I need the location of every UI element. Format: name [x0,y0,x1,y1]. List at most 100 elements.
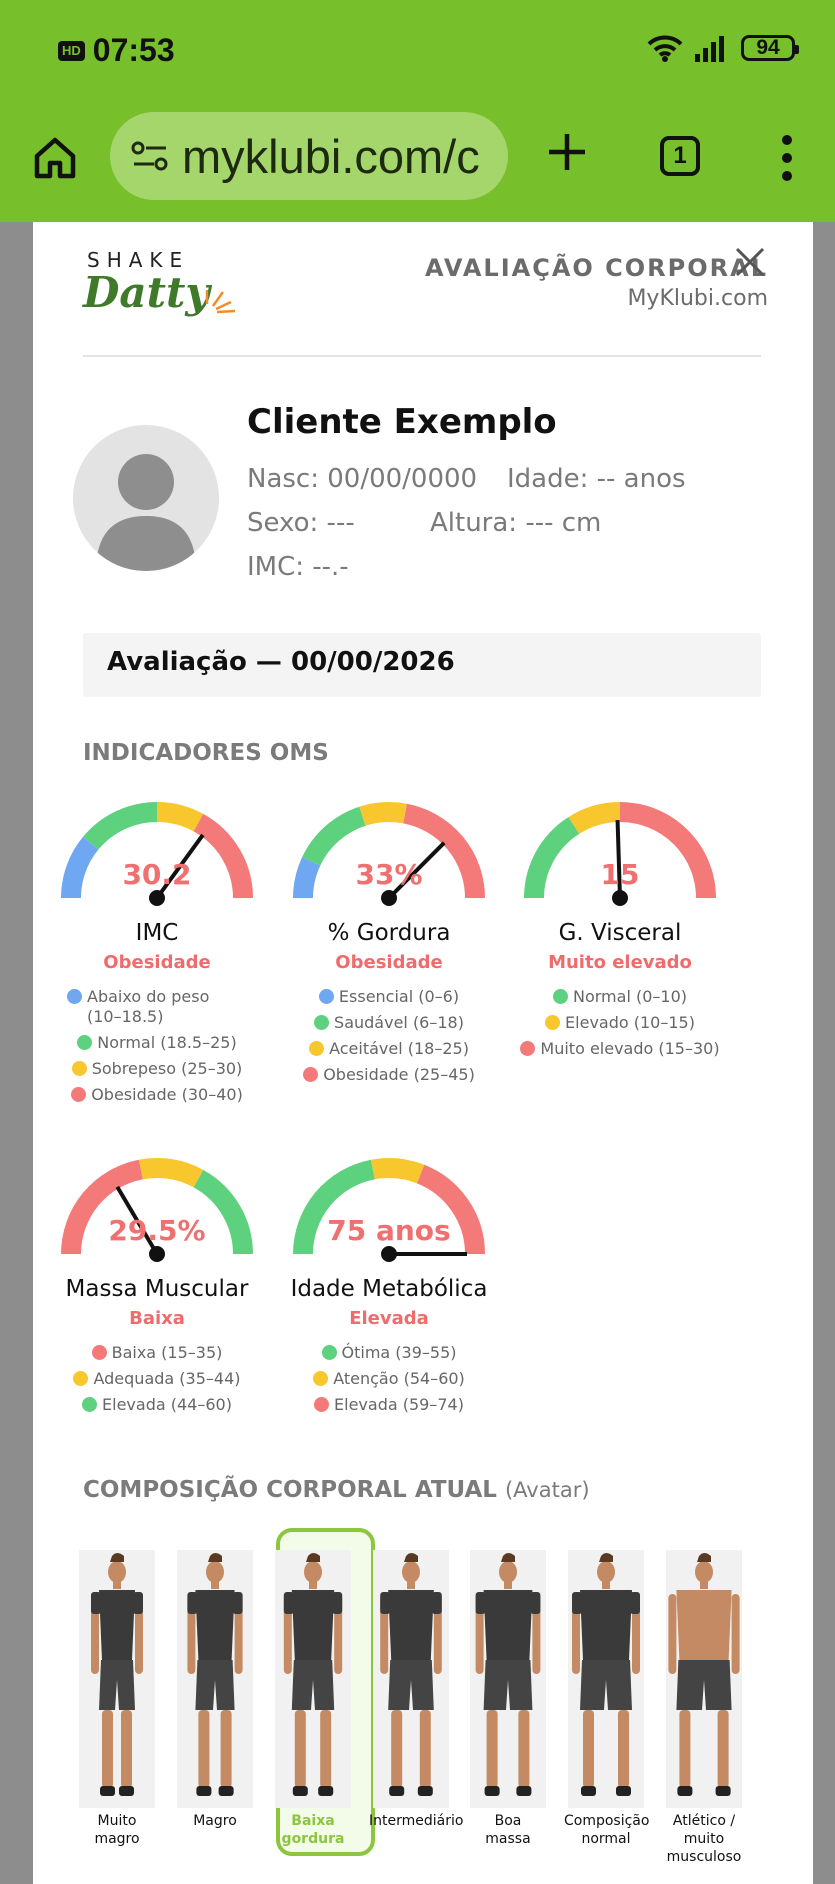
gauge-status: Elevada [349,1308,429,1329]
gauge-dial [293,1158,485,1262]
body-figure-icon [668,1553,740,1796]
wifi-icon [647,35,683,62]
body-figure-icon [475,1553,541,1796]
body-type-option[interactable]: Muito magro [75,1550,159,1848]
new-tab-icon[interactable] [545,130,589,174]
body-type-option[interactable]: Composição normal [564,1550,650,1848]
legend-label: Elevada (44–60) [102,1395,232,1414]
legend-label: Obesidade (30–40) [91,1085,243,1104]
body-figure-icon [380,1553,442,1796]
gauge-hub [149,1246,165,1262]
gauge-status: Obesidade [103,952,211,973]
gauge-status: Obesidade [335,952,443,973]
gauge-name: IMC [135,920,179,946]
legend-label: Atenção (54–60) [333,1369,465,1388]
body-type-option[interactable]: Boa massa [466,1550,550,1848]
body-type-label: Composição normal [564,1813,650,1847]
legend-dot [553,989,568,1004]
client-bmi: IMC: --.- [247,552,349,582]
legend-label: Aceitável (18–25) [329,1039,469,1058]
legend-dot [314,1397,330,1412]
legend-item: Baixa (15–35) [91,1343,223,1363]
gauge-card: 33% % Gordura Obesidade Essencial (0–6) Saud… [273,794,505,1085]
gauge-name: % Gordura [327,920,451,946]
gauge-dial [524,802,716,906]
body-type-image [177,1550,253,1808]
document-title-main: AVALIAÇÃO CORPORAL [424,254,768,282]
legend-item: Elevada (44–60) [82,1395,232,1415]
legend-dot [313,1371,329,1386]
legend-item: Obesidade (25–45) [303,1065,475,1085]
tab-switcher-button[interactable]: 1 [660,136,700,176]
body-type-image [666,1550,742,1808]
signal-icon [695,36,724,62]
gauge-hub [612,890,628,906]
legend-label: Baixa (15–35) [111,1343,223,1362]
gauge-card: 30.2 IMC Obesidade Abaixo do peso (10–18.5)… [41,794,273,1105]
legend-dot [77,1035,93,1050]
top-bar: HD 07:53 94 myklubi.com/c 1 [0,0,835,222]
body-type-image [275,1550,351,1808]
legend-item: Muito elevado (15–30) [520,1039,720,1059]
gauge-status: Muito elevado [548,952,692,973]
gauge-segment [359,802,407,826]
logo: SHAKE Datty [83,248,243,348]
gauge-value: 30.2 [122,858,192,891]
gauge-value: 75 anos [327,1214,451,1247]
legend-item: Obesidade (30–40) [71,1085,243,1105]
body-type-option[interactable]: Baixa gordura [271,1550,355,1848]
legend-item: Normal (0–10) [553,987,687,1007]
battery-icon: 94 [741,35,799,61]
gauge-card: 75 anos Idade Metabólica Elevada Ótima (39–… [273,1150,505,1415]
gauge-segment [139,1158,204,1188]
legend-item: Ótima (39–55) [321,1343,457,1363]
body-type-image [373,1550,449,1808]
body-type-image [470,1550,546,1808]
legend-item: Atenção (54–60) [313,1369,465,1389]
status-time: HD 07:53 [58,32,175,69]
legend-label: Sobrepeso (25–30) [91,1059,243,1078]
legend-label: Ótima (39–55) [341,1343,457,1362]
client-sex: Sexo: --- [247,508,355,538]
evaluation-date: Avaliação — 00/00/2026 [107,647,455,677]
client-name: Cliente Exemplo [247,402,557,442]
gauge-segment [371,1158,425,1184]
gauge-value: 33% [355,858,423,891]
sun-rays-icon [205,290,236,314]
legend-dot [82,1397,98,1412]
client-birth: Nasc: 00/00/0000 [247,464,478,494]
body-type-label: Atlético / muito musculoso [666,1813,742,1865]
body-type-option[interactable]: Magro [173,1550,257,1830]
gauge-dial [61,1158,253,1262]
home-icon[interactable] [32,135,78,181]
more-menu-icon[interactable] [780,134,794,182]
indicators-section-title: INDICADORES OMS [83,740,329,766]
gauge-value: 29.5% [108,1214,206,1247]
gauge-name: G. Visceral [558,920,682,946]
legend-label: Essencial (0–6) [338,987,460,1006]
client-age: Idade: -- anos [507,464,686,494]
gauge-legend: Normal (0–10) Elevado (10–15) Muito elevad… [504,987,736,1059]
gauge-legend: Abaixo do peso (10–18.5) Normal (18.5–25)… [41,987,273,1105]
clock: 07:53 [92,32,175,68]
url-bar[interactable]: myklubi.com/c [110,112,508,200]
legend-label: Obesidade (25–45) [323,1065,475,1084]
legend-dot [91,1345,107,1360]
body-type-image [568,1550,644,1808]
gauge-segment [568,802,621,835]
client-avatar [73,425,219,571]
body-type-label: Magro [193,1813,237,1829]
header-divider [83,355,761,357]
body-type-option[interactable]: Atlético / muito musculoso [662,1550,746,1866]
tab-count: 1 [673,142,687,169]
battery-level: 94 [756,36,780,59]
legend-dot [303,1067,319,1082]
body-type-option[interactable]: Intermediário [369,1550,463,1830]
document-title-sub: MyKlubi.com [627,286,768,311]
url-text[interactable]: myklubi.com/c [182,129,480,184]
legend-label: Abaixo do peso (10–18.5) [87,987,210,1026]
gauge-hub [381,1246,397,1262]
close-icon[interactable] [732,244,768,280]
site-settings-icon[interactable] [130,139,170,173]
legend-dot [318,989,334,1004]
